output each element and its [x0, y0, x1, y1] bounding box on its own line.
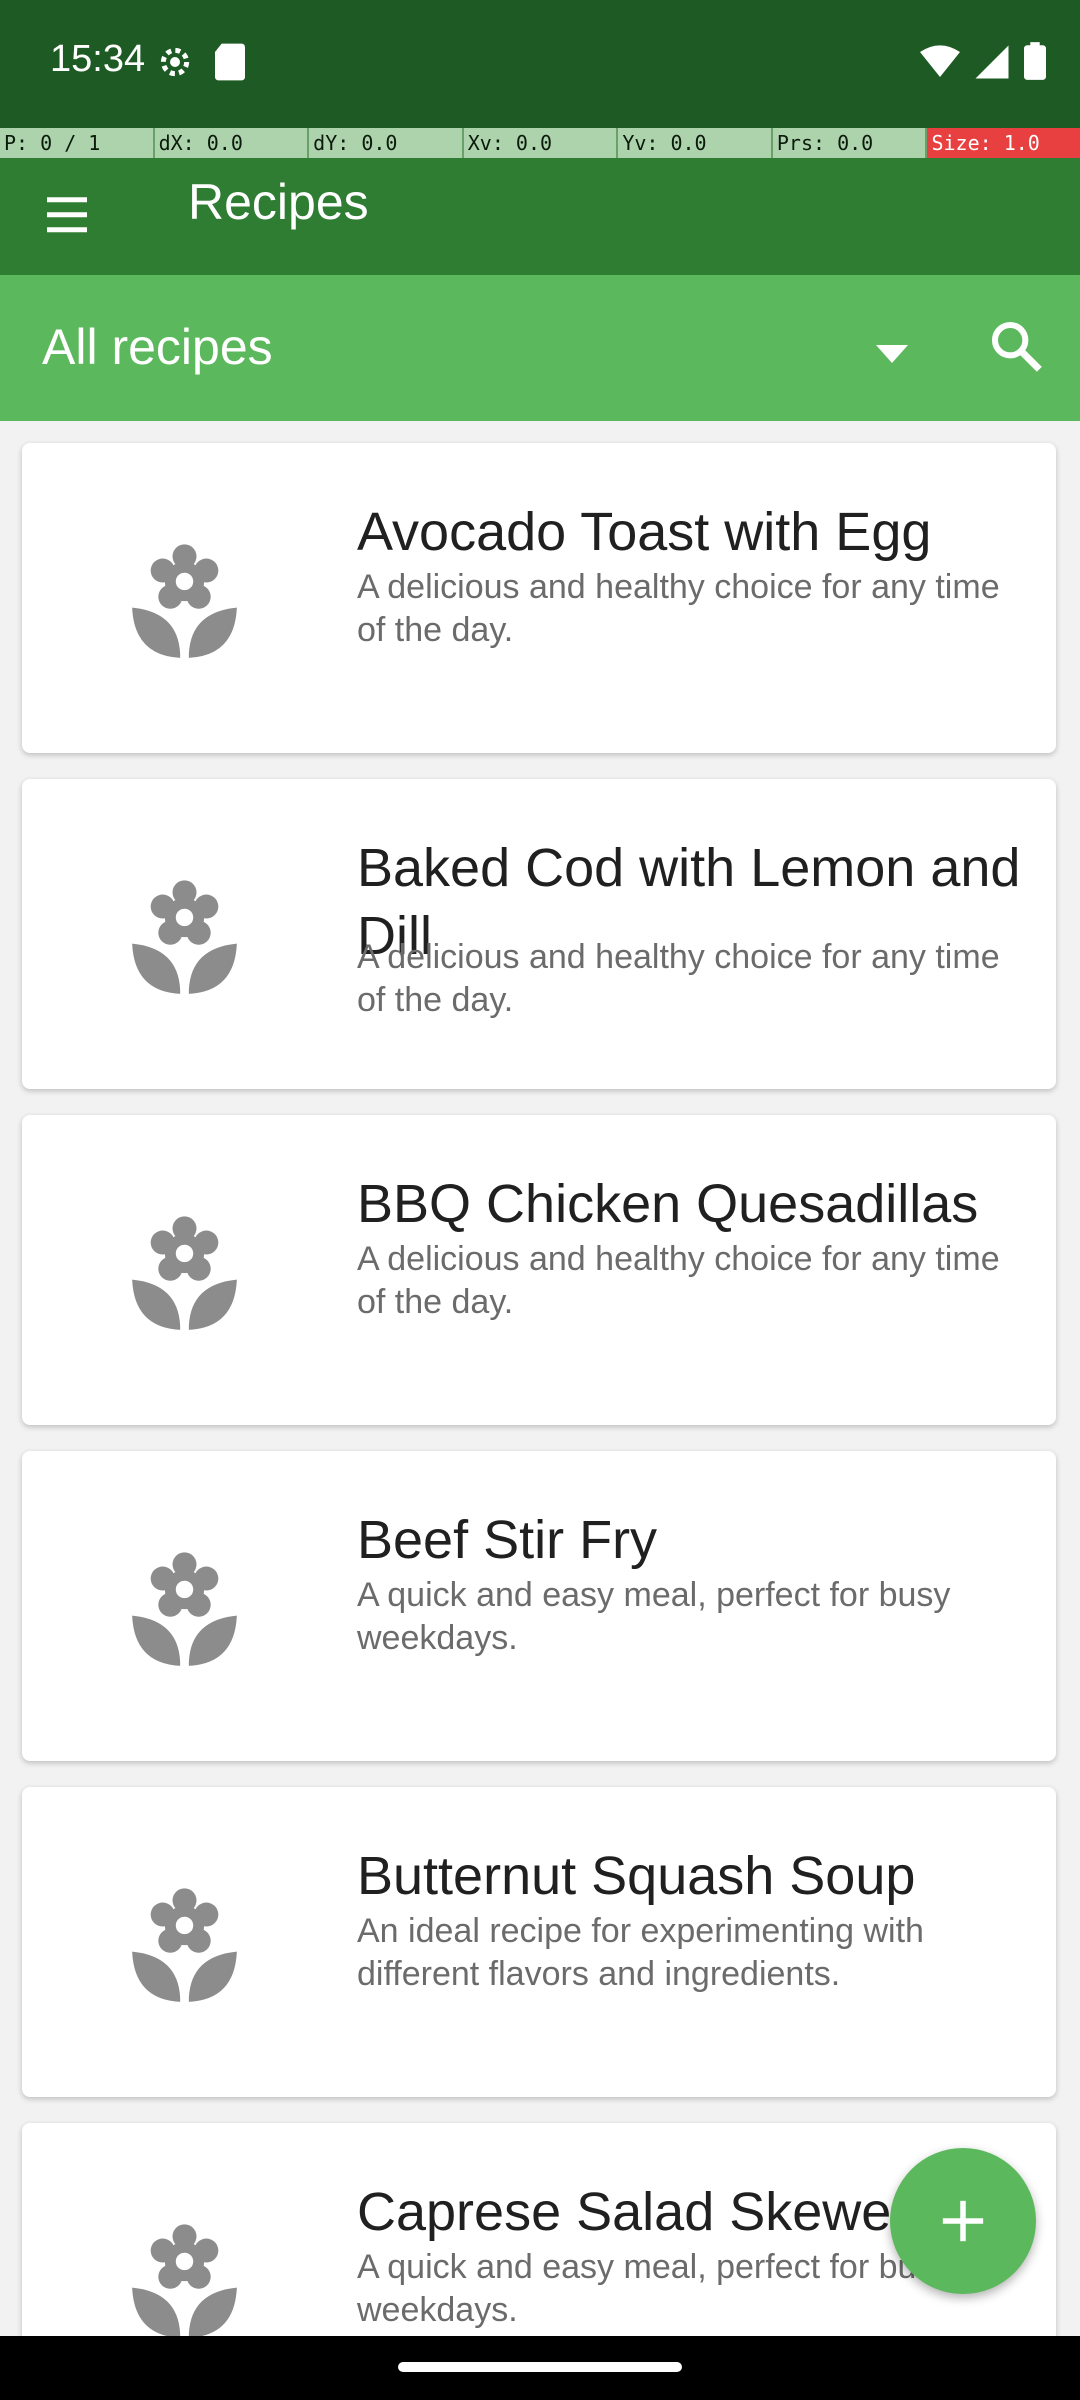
signal-icon — [975, 45, 1009, 79]
navigation-bar — [0, 2336, 1080, 2400]
flower-icon — [132, 1888, 237, 2002]
recipe-card[interactable]: Baked Cod with Lemon and Dill A deliciou… — [22, 779, 1056, 1089]
recipe-list: Avocado Toast with Egg A delicious and h… — [0, 421, 1080, 2336]
overlay-pointer: P: 0 / 1 — [0, 128, 155, 158]
battery-icon — [1024, 42, 1046, 80]
recipe-subtitle: A delicious and healthy choice for any t… — [357, 568, 1000, 649]
search-icon[interactable] — [988, 318, 1044, 374]
overlay-size: Size: 1.0 — [927, 128, 1080, 158]
page-title: Recipes — [188, 174, 369, 230]
recipe-title: Beef Stir Fry — [357, 1510, 658, 1570]
recipe-card[interactable]: Beef Stir Fry A quick and easy meal, per… — [22, 1451, 1056, 1761]
recipe-subtitle: A delicious and healthy choice for any t… — [357, 1240, 1000, 1321]
sd-card-icon — [215, 43, 245, 81]
status-right-icons — [920, 42, 1046, 80]
status-bar: 15:34 — [0, 0, 1080, 128]
overlay-yv: Yv: 0.0 — [618, 128, 773, 158]
category-dropdown-label: All recipes — [42, 319, 273, 375]
overlay-dx: dX: 0.0 — [154, 128, 310, 158]
status-time: 15:34 — [50, 38, 146, 80]
overlay-prs: Prs: 0.0 — [772, 128, 928, 158]
flower-icon — [132, 880, 237, 994]
overlay-xv: Xv: 0.0 — [463, 128, 619, 158]
recipe-card[interactable]: BBQ Chicken Quesadillas A delicious and … — [22, 1115, 1056, 1425]
app-bar: Recipes — [0, 158, 1080, 275]
pointer-debug-overlay: P: 0 / 1 dX: 0.0 dY: 0.0 Xv: 0.0 Yv: 0.0… — [0, 128, 1080, 158]
flower-icon — [132, 1216, 237, 1330]
dropdown-arrow-icon — [876, 345, 908, 363]
flower-icon — [132, 544, 237, 658]
recipe-title: Avocado Toast with Egg — [357, 502, 932, 562]
wifi-icon — [920, 45, 960, 77]
recipe-subtitle: A quick and easy meal, perfect for busy … — [357, 1576, 951, 1657]
category-dropdown[interactable]: All recipes — [0, 275, 940, 421]
flower-icon — [132, 1552, 237, 1666]
recipe-title: Butternut Squash Soup — [357, 1846, 916, 1906]
flower-icon — [132, 2224, 237, 2336]
add-icon — [942, 2200, 984, 2242]
recipe-subtitle: A delicious and healthy choice for any t… — [357, 938, 1000, 1019]
recipe-card[interactable]: Avocado Toast with Egg A delicious and h… — [22, 443, 1056, 753]
recipe-filter-bar: All recipes — [0, 275, 1080, 421]
status-left-icons — [155, 42, 247, 82]
add-recipe-button[interactable] — [890, 2148, 1036, 2294]
recipe-subtitle: An ideal recipe for experimenting with d… — [357, 1912, 924, 1993]
recipe-title: BBQ Chicken Quesadillas — [357, 1174, 979, 1234]
hamburger-menu-icon[interactable] — [42, 186, 102, 246]
overlay-dy: dY: 0.0 — [309, 128, 464, 158]
home-gesture-handle[interactable] — [398, 2362, 682, 2372]
settings-gear-icon — [160, 47, 190, 77]
recipe-card[interactable]: Butternut Squash Soup An ideal recipe fo… — [22, 1787, 1056, 2097]
